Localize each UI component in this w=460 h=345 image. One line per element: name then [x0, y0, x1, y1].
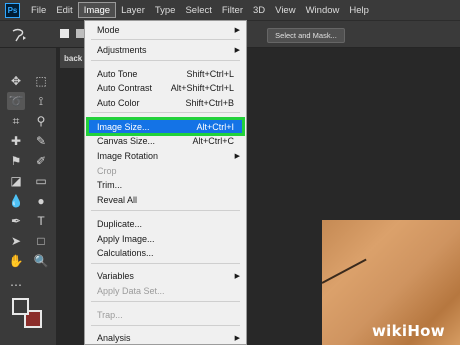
menu-item-canvas-size[interactable]: Canvas Size... Alt+Ctrl+C — [85, 134, 246, 148]
select-and-mask-button[interactable]: Select and Mask... — [267, 28, 345, 43]
submenu-arrow-icon: ▶ — [234, 153, 240, 160]
menu-item-label: Auto Contrast — [97, 83, 153, 93]
menu-file[interactable]: File — [26, 0, 51, 20]
watermark-how: How — [407, 322, 445, 340]
menu-item-shortcut: Alt+Shift+Ctrl+L — [170, 83, 234, 93]
menu-item-label: Mode — [97, 25, 120, 35]
menu-3d[interactable]: 3D — [248, 0, 270, 20]
menu-separator — [91, 112, 240, 113]
menu-item-trap: Trap... — [85, 308, 246, 322]
menu-item-label: Crop — [97, 166, 117, 176]
submenu-arrow-icon: ▶ — [234, 47, 240, 54]
move-tool-icon[interactable]: ✥ — [7, 72, 25, 90]
menu-item-trim[interactable]: Trim... — [85, 178, 246, 192]
crop-tool-icon[interactable]: ⌗ — [7, 112, 25, 130]
eyedropper-tool-icon[interactable]: ⚲ — [32, 112, 50, 130]
menu-help[interactable]: Help — [344, 0, 374, 20]
menu-item-image-rotation[interactable]: Image Rotation ▶ — [85, 149, 246, 163]
quick-select-tool-icon[interactable]: ⟟ — [32, 92, 50, 110]
zoom-tool-icon[interactable]: 🔍 — [32, 252, 50, 270]
menu-bar: Ps File Edit Image Layer Type Select Fil… — [0, 0, 460, 20]
menu-item-duplicate[interactable]: Duplicate... — [85, 217, 246, 231]
rectangle-tool-icon[interactable]: □ — [32, 232, 50, 250]
pen-tool-icon[interactable]: ✒ — [7, 212, 25, 230]
menu-select[interactable]: Select — [180, 0, 216, 20]
menu-item-calculations[interactable]: Calculations... — [85, 246, 246, 260]
submenu-arrow-icon: ▶ — [234, 27, 240, 34]
submenu-arrow-icon: ▶ — [234, 335, 240, 342]
wikihow-watermark: wikiHow — [372, 322, 445, 340]
menu-item-auto-tone[interactable]: Auto Tone Shift+Ctrl+L — [85, 67, 246, 81]
menu-item-label: Variables — [97, 271, 134, 281]
blur-tool-icon[interactable]: 💧 — [7, 192, 25, 210]
history-brush-icon[interactable]: ✐ — [32, 152, 50, 170]
path-select-tool-icon[interactable]: ➤ — [7, 232, 25, 250]
lasso-tool-icon[interactable]: ➰ — [7, 92, 25, 110]
menu-item-label: Trim... — [97, 180, 123, 190]
menu-item-label: Adjustments — [97, 45, 147, 55]
menu-item-label: Reveal All — [97, 195, 138, 205]
foreground-color-swatch[interactable] — [12, 298, 29, 315]
healing-tool-icon[interactable]: ✚ — [7, 132, 25, 150]
menu-item-variables[interactable]: Variables ▶ — [85, 269, 246, 283]
menu-item-reveal-all[interactable]: Reveal All — [85, 193, 246, 207]
brush-tool-icon[interactable]: ✎ — [32, 132, 50, 150]
menu-separator — [91, 39, 240, 40]
menu-item-label: Auto Color — [97, 98, 140, 108]
menu-window[interactable]: Window — [301, 0, 345, 20]
menu-item-analysis[interactable]: Analysis ▶ — [85, 331, 246, 345]
menu-separator — [91, 301, 240, 302]
image-menu-dropdown: Mode ▶ Adjustments ▶ Auto Tone Shift+Ctr… — [84, 20, 247, 345]
menu-view[interactable]: View — [270, 0, 300, 20]
menu-item-crop: Crop — [85, 164, 246, 178]
menu-item-label: Trap... — [97, 310, 123, 320]
menu-item-label: Calculations... — [97, 248, 154, 258]
new-selection-icon[interactable] — [60, 29, 69, 38]
menu-edit[interactable]: Edit — [51, 0, 77, 20]
menu-separator — [91, 210, 240, 211]
menu-item-label: Apply Image... — [97, 234, 155, 244]
menu-item-shortcut: Shift+Ctrl+L — [186, 69, 234, 79]
menu-layer[interactable]: Layer — [116, 0, 150, 20]
menu-item-label: Duplicate... — [97, 219, 143, 229]
menu-item-adjustments[interactable]: Adjustments ▶ — [85, 43, 246, 57]
menu-item-auto-color[interactable]: Auto Color Shift+Ctrl+B — [85, 96, 246, 110]
hand-tool-icon[interactable]: ✋ — [7, 252, 25, 270]
menu-item-label: Analysis — [97, 333, 131, 343]
gradient-tool-icon[interactable]: ▭ — [32, 172, 50, 190]
menu-filter[interactable]: Filter — [217, 0, 248, 20]
eraser-tool-icon[interactable]: ◪ — [7, 172, 25, 190]
menu-separator — [91, 60, 240, 61]
lasso-tool-icon[interactable] — [10, 27, 30, 43]
menu-item-shortcut: Shift+Ctrl+B — [185, 98, 234, 108]
watermark-wiki: wiki — [372, 322, 408, 340]
menu-item-label: Apply Data Set... — [97, 286, 165, 296]
menu-image[interactable]: Image — [77, 2, 117, 18]
menu-item-label: Canvas Size... — [97, 136, 156, 146]
menu-item-apply-data-set: Apply Data Set... — [85, 284, 246, 298]
menu-item-auto-contrast[interactable]: Auto Contrast Alt+Shift+Ctrl+L — [85, 81, 246, 95]
menu-separator — [91, 263, 240, 264]
menu-separator — [91, 325, 240, 326]
more-tools-icon[interactable]: ⋯ — [7, 276, 25, 294]
type-tool-icon[interactable]: T — [32, 212, 50, 230]
menu-item-label: Image Rotation — [97, 151, 159, 161]
submenu-arrow-icon: ▶ — [234, 273, 240, 280]
menu-item-label: Auto Tone — [97, 69, 138, 79]
menu-item-apply-image[interactable]: Apply Image... — [85, 232, 246, 246]
marquee-tool-icon[interactable]: ⬚ — [32, 72, 50, 90]
stamp-tool-icon[interactable]: ⚑ — [7, 152, 25, 170]
dodge-tool-icon[interactable]: ● — [32, 192, 50, 210]
photoshop-logo: Ps — [5, 2, 20, 18]
menu-item-mode[interactable]: Mode ▶ — [85, 23, 246, 37]
menu-item-shortcut: Alt+Ctrl+C — [192, 136, 234, 146]
menu-type[interactable]: Type — [150, 0, 181, 20]
